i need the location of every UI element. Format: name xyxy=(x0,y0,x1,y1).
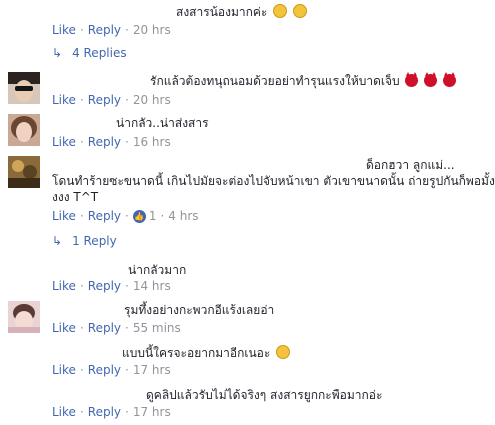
like-link[interactable]: Like xyxy=(52,134,76,150)
like-link[interactable]: Like xyxy=(52,208,76,224)
timestamp[interactable]: 14 hrs xyxy=(133,278,171,294)
comment-meta: Like · Reply · 17 hrs xyxy=(52,362,171,378)
reply-link[interactable]: Reply xyxy=(88,134,121,150)
avatar[interactable] xyxy=(8,156,40,188)
like-link[interactable]: Like xyxy=(52,278,76,294)
comment-meta: Like · Reply · 20 hrs xyxy=(52,22,171,38)
devil-emoji-icon xyxy=(405,72,419,87)
reply-link[interactable]: Reply xyxy=(88,278,121,294)
like-count[interactable]: 1 xyxy=(149,208,157,224)
comment-text-line: งงง T^T xyxy=(52,190,99,204)
comment-text: สงสารน้องมากค่ะ xyxy=(176,4,487,20)
like-link[interactable]: Like xyxy=(52,320,76,336)
comment-meta: Like · Reply · 16 hrs xyxy=(52,134,171,150)
comment-text-line: ด็อกฮวา ลูกแม่... xyxy=(366,158,455,172)
comment-meta: Like · Reply · 17 hrs xyxy=(52,404,171,420)
comment-text: รักแล้วต้องทนุถนอมด้วยอย่าทำรุนแรงให้บาด… xyxy=(150,72,487,89)
timestamp[interactable]: 20 hrs xyxy=(133,92,171,108)
comment-meta: Like · Reply · 14 hrs xyxy=(52,278,171,294)
like-link[interactable]: Like xyxy=(52,362,76,378)
sad-face-emoji-icon xyxy=(276,345,291,359)
devil-emoji-icon xyxy=(424,72,438,87)
comment-meta: Like · Reply · 👍 1 · 4 hrs xyxy=(52,208,199,224)
avatar[interactable] xyxy=(8,72,40,104)
comment-text-line: โดนทำร้ายซะขนาดนี้ เกินไปมัยจะต่องไปจับห… xyxy=(52,174,495,188)
avatar[interactable] xyxy=(8,114,40,146)
view-replies-link[interactable]: ↳ 1 Reply xyxy=(52,233,117,249)
crying-emoji-icon xyxy=(273,4,288,18)
comment-text: น่ากลัวมาก xyxy=(128,263,187,277)
timestamp[interactable]: 17 hrs xyxy=(133,362,171,378)
comment-text: ดูคลิปแล้วรับไม่ได้จริงๆ สงสารยูกกะพือมา… xyxy=(146,388,383,402)
timestamp[interactable]: 4 hrs xyxy=(168,208,198,224)
timestamp[interactable]: 16 hrs xyxy=(133,134,171,150)
reply-link[interactable]: Reply xyxy=(88,208,121,224)
reply-link[interactable]: Reply xyxy=(88,92,121,108)
view-replies-link[interactable]: ↳ 4 Replies xyxy=(52,45,127,61)
devil-emoji-icon xyxy=(443,72,457,87)
crying-emoji-icon xyxy=(293,4,308,18)
like-link[interactable]: Like xyxy=(52,404,76,420)
comment-meta: Like · Reply · 55 mins xyxy=(52,320,181,336)
like-link[interactable]: Like xyxy=(52,22,76,38)
timestamp[interactable]: 17 hrs xyxy=(133,404,171,420)
timestamp[interactable]: 20 hrs xyxy=(133,22,171,38)
reply-link[interactable]: Reply xyxy=(88,404,121,420)
avatar[interactable] xyxy=(8,301,40,333)
comment-meta: Like · Reply · 20 hrs xyxy=(52,92,171,108)
reply-link[interactable]: Reply xyxy=(88,320,121,336)
reply-link[interactable]: Reply xyxy=(88,22,121,38)
comment-text: น่ากลัว..น่าส่งสาร xyxy=(116,116,209,130)
reply-arrow-icon: ↳ xyxy=(52,234,63,248)
like-link[interactable]: Like xyxy=(52,92,76,108)
reply-arrow-icon: ↳ xyxy=(52,46,63,60)
reply-link[interactable]: Reply xyxy=(88,362,121,378)
timestamp[interactable]: 55 mins xyxy=(133,320,181,336)
comment-text: รุมทึ้งอย่างกะพวกอีแร้งเลยอ่า xyxy=(124,303,275,317)
comment-text: แบบนี้ใครจะอยากมาอีกเนอะ xyxy=(122,345,487,361)
thumbs-up-icon[interactable]: 👍 xyxy=(132,209,146,223)
